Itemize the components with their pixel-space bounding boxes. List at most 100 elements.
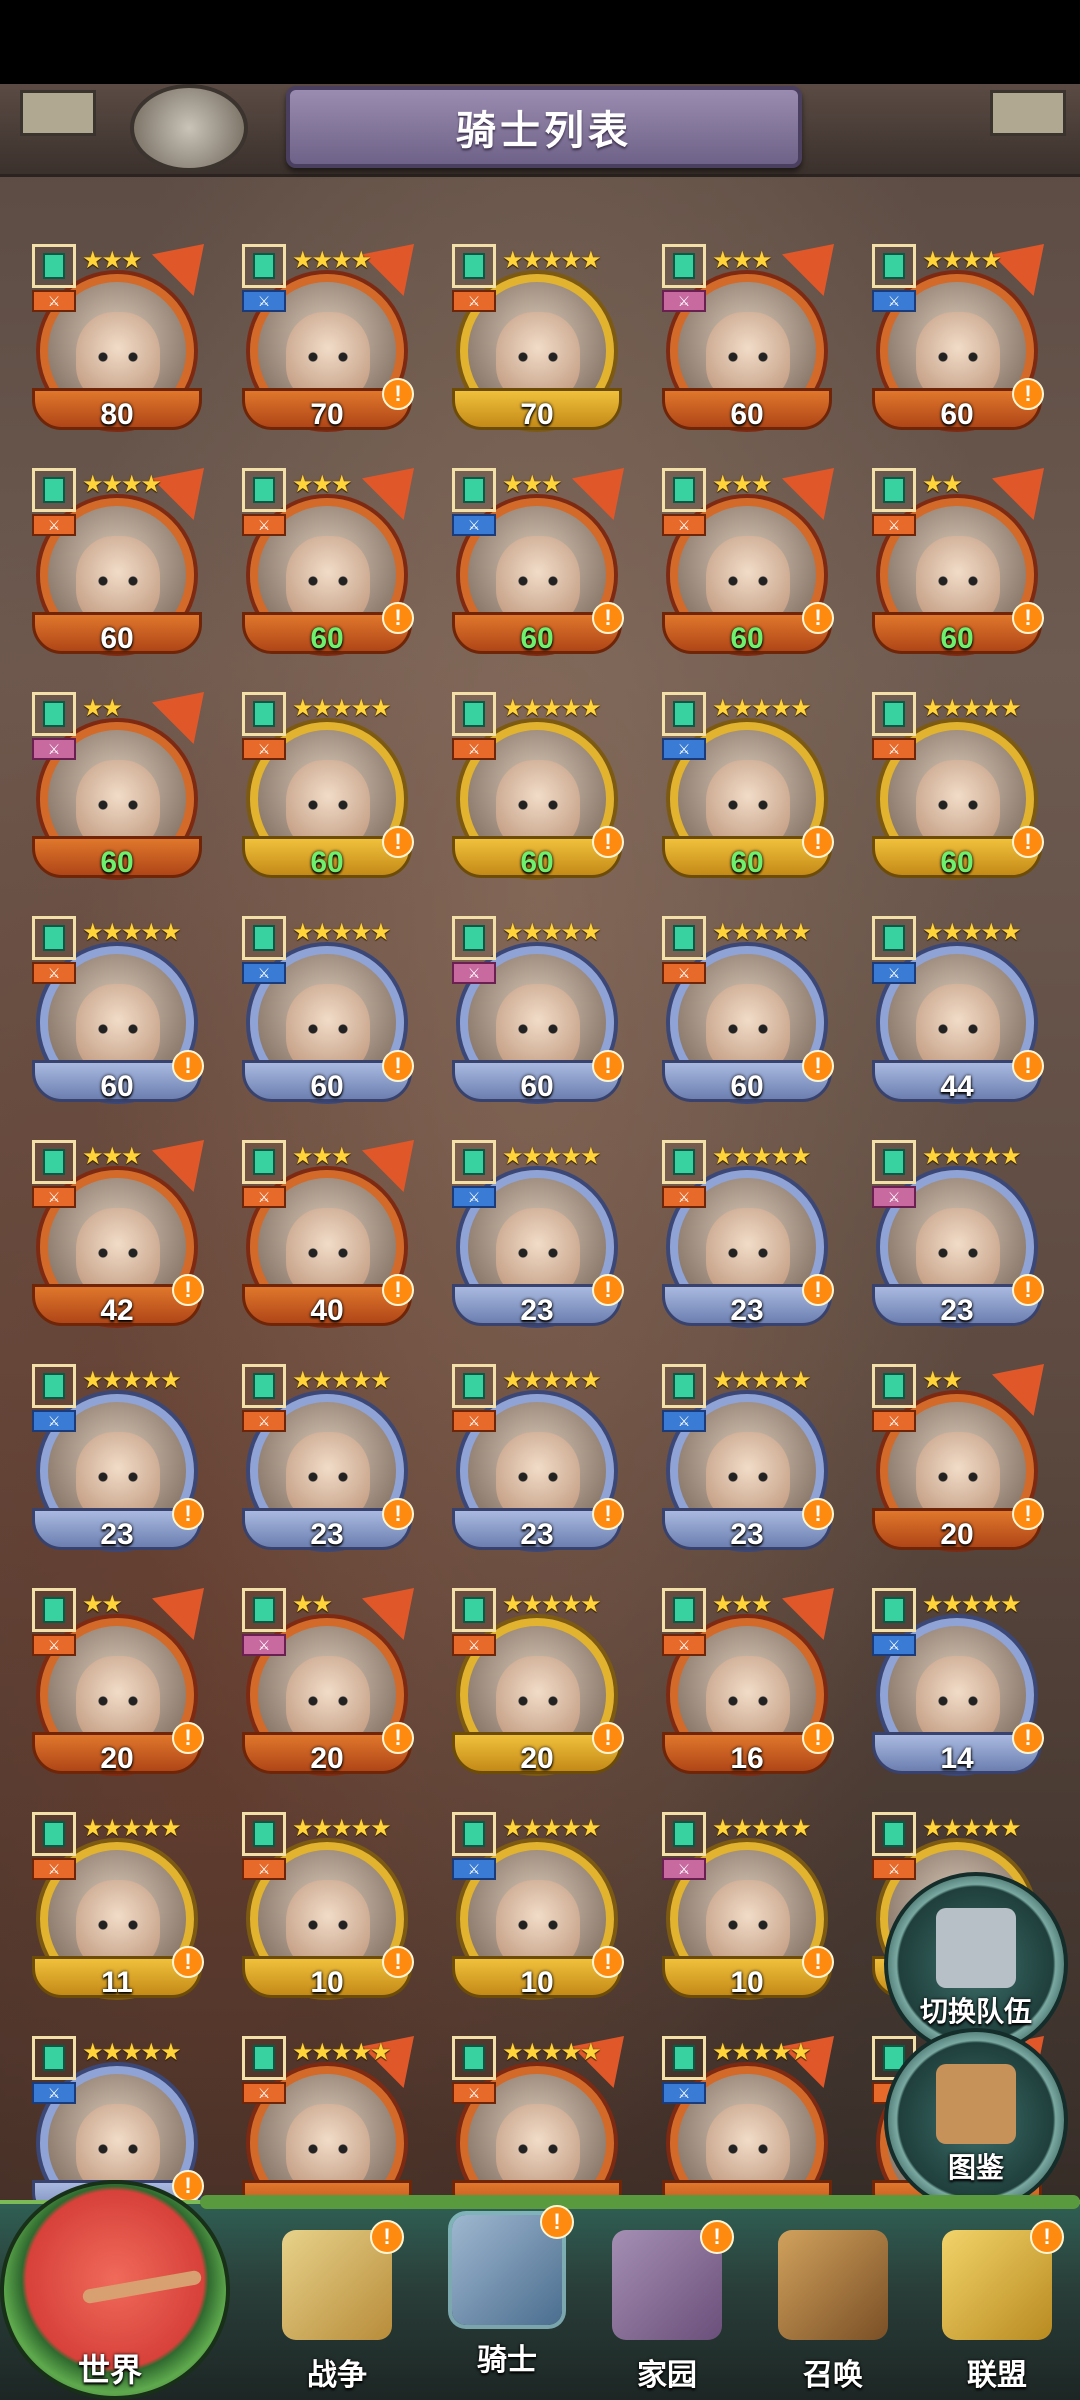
knight-card[interactable]: ⚔ ★★★★★ 23! xyxy=(232,1358,422,1558)
formation-glyph xyxy=(673,1373,695,1399)
knight-card[interactable]: ⚔ ★★★★★ 23! xyxy=(22,1358,212,1558)
knight-card[interactable]: ⚔ ★★★★★ 23! xyxy=(442,1134,632,1334)
knight-card[interactable]: ⚔ ★★★ 60! xyxy=(232,462,422,662)
alert-badge: ! xyxy=(1012,1274,1044,1306)
knight-card[interactable]: ⚔ ★★★★★ 70 xyxy=(442,238,632,438)
formation-glyph xyxy=(673,1821,695,1847)
formation-type-icon xyxy=(32,2036,76,2080)
star-rating: ★★★★★ xyxy=(922,695,1022,722)
role-icon: ⚔ xyxy=(452,514,496,536)
knight-card[interactable]: ⚔ ★★★★★ 60! xyxy=(652,910,842,1110)
role-icon: ⚔ xyxy=(662,290,706,312)
knight-card[interactable]: ⚔ ★★★★★ 60! xyxy=(862,686,1052,886)
knight-card[interactable]: ⚔ ★★★★★ 60! xyxy=(652,686,842,886)
knight-card[interactable]: ⚔ ★★★★★ 23! xyxy=(442,1358,632,1558)
role-icon: ⚔ xyxy=(662,962,706,984)
portrait-eyes xyxy=(513,352,563,362)
star-rating: ★★ xyxy=(922,471,963,498)
role-icon: ⚔ xyxy=(32,1186,76,1208)
formation-type-icon xyxy=(242,2036,286,2080)
knight-card[interactable]: ⚔ ★★★★★ 60! xyxy=(232,686,422,886)
knight-card[interactable]: ⚔ ★★★★★ 10! xyxy=(232,1806,422,2006)
role-icon: ⚔ xyxy=(872,1634,916,1656)
role-icon: ⚔ xyxy=(662,1858,706,1880)
star-rating: ★★ xyxy=(82,695,123,722)
knight-card[interactable]: ⚔ ★★★★ 60 xyxy=(22,462,212,662)
formation-type-icon xyxy=(452,244,496,288)
nav-summon[interactable]: 召唤 xyxy=(758,2220,908,2400)
formation-type-icon xyxy=(452,1140,496,1184)
knight-card[interactable]: ⚔ ★★ 20! xyxy=(22,1582,212,1782)
knight-card[interactable]: ⚔ ★★★★★ 60! xyxy=(442,686,632,886)
formation-type-icon xyxy=(662,1812,706,1856)
formation-type-icon xyxy=(32,1140,76,1184)
alert-badge: ! xyxy=(382,602,414,634)
formation-type-icon xyxy=(242,1588,286,1632)
formation-glyph xyxy=(43,1149,65,1175)
formation-type-icon xyxy=(32,468,76,512)
knight-card[interactable]: ⚔ ★★★★★ 44! xyxy=(862,910,1052,1110)
alert-badge: ! xyxy=(802,1498,834,1530)
star-rating: ★★★★★ xyxy=(922,1591,1022,1618)
knight-card[interactable]: ⚔ ★★★ 40! xyxy=(232,1134,422,1334)
role-icon: ⚔ xyxy=(242,2082,286,2104)
nav-war[interactable]: ! 战争 xyxy=(262,2220,412,2400)
role-icon: ⚔ xyxy=(872,290,916,312)
knight-card[interactable]: ⚔ ★★★★ 60! xyxy=(862,238,1052,438)
knight-card[interactable]: ⚔ ★★ 60! xyxy=(862,462,1052,662)
formation-type-icon xyxy=(242,916,286,960)
vine-decoration xyxy=(200,2195,1080,2209)
role-icon: ⚔ xyxy=(872,1410,916,1432)
knight-card[interactable]: ⚔ ★★★ 60! xyxy=(652,462,842,662)
formation-type-icon xyxy=(662,692,706,736)
knight-card[interactable]: ⚔ ★★★ 60! xyxy=(442,462,632,662)
knight-card[interactable]: ⚔ ★★★ 16! xyxy=(652,1582,842,1782)
knight-card[interactable]: ⚔ ★★ 20! xyxy=(862,1358,1052,1558)
knight-card[interactable]: ⚔ ★★★★★ 60! xyxy=(22,910,212,1110)
formation-glyph xyxy=(43,1373,65,1399)
formation-type-icon xyxy=(242,468,286,512)
knight-card[interactable]: ⚔ ★★★★★ 10! xyxy=(652,1806,842,2006)
knight-card[interactable]: ⚔ ★★★★★ 20! xyxy=(442,1582,632,1782)
role-icon: ⚔ xyxy=(32,290,76,312)
codex-button[interactable]: 图鉴 xyxy=(884,2028,1068,2212)
nav-alliance[interactable]: ! 联盟 xyxy=(922,2220,1072,2400)
knight-card[interactable]: ⚔ ★★ 20! xyxy=(232,1582,422,1782)
formation-glyph xyxy=(43,477,65,503)
knight-card[interactable]: ⚔ ★★★★★ 11! xyxy=(22,1806,212,2006)
portrait-eyes xyxy=(933,1024,983,1034)
star-rating: ★★★ xyxy=(712,247,773,274)
knight-card[interactable]: ⚔ ★★★★★ 60! xyxy=(232,910,422,1110)
knight-card[interactable]: ⚔ ★★★★★ 23! xyxy=(652,1358,842,1558)
star-rating: ★★★★★ xyxy=(292,695,392,722)
world-label: 世界 xyxy=(77,2352,142,2388)
knight-card[interactable]: ⚔ ★★★★★ 60! xyxy=(442,910,632,1110)
formation-type-icon xyxy=(242,1364,286,1408)
nav-knights[interactable]: ! 骑士 xyxy=(432,2205,582,2385)
knight-card[interactable]: ⚔ ★★★ 80 xyxy=(22,238,212,438)
formation-type-icon xyxy=(242,1812,286,1856)
role-icon: ⚔ xyxy=(242,1186,286,1208)
formation-glyph xyxy=(673,477,695,503)
formation-type-icon xyxy=(452,1588,496,1632)
knight-level: 70 xyxy=(520,398,554,431)
role-icon: ⚔ xyxy=(662,738,706,760)
portrait-eyes xyxy=(723,352,773,362)
knight-card[interactable]: ⚔ ★★★★★ 10! xyxy=(442,1806,632,2006)
star-rating: ★★★★★ xyxy=(712,1143,812,1170)
nav-home[interactable]: ! 家园 xyxy=(592,2220,742,2400)
portrait-eyes xyxy=(933,1248,983,1258)
role-icon: ⚔ xyxy=(662,1186,706,1208)
knight-card[interactable]: ⚔ ★★★ 42! xyxy=(22,1134,212,1334)
knight-card[interactable]: ⚔ ★★★ 60 xyxy=(652,238,842,438)
knight-card[interactable]: ⚔ ★★ 60 xyxy=(22,686,212,886)
knight-card[interactable]: ⚔ ★★★★★ 14! xyxy=(862,1582,1052,1782)
alert-badge: ! xyxy=(592,1498,624,1530)
star-rating: ★★ xyxy=(292,1591,333,1618)
knight-card[interactable]: ⚔ ★★★★ 70! xyxy=(232,238,422,438)
knight-card[interactable]: ⚔ ★★★★★ 23! xyxy=(652,1134,842,1334)
knight-card[interactable]: ⚔ ★★★★★ 23! xyxy=(862,1134,1052,1334)
portrait-eyes xyxy=(723,1920,773,1930)
star-rating: ★★★★ xyxy=(922,247,1002,274)
formation-type-icon xyxy=(662,244,706,288)
